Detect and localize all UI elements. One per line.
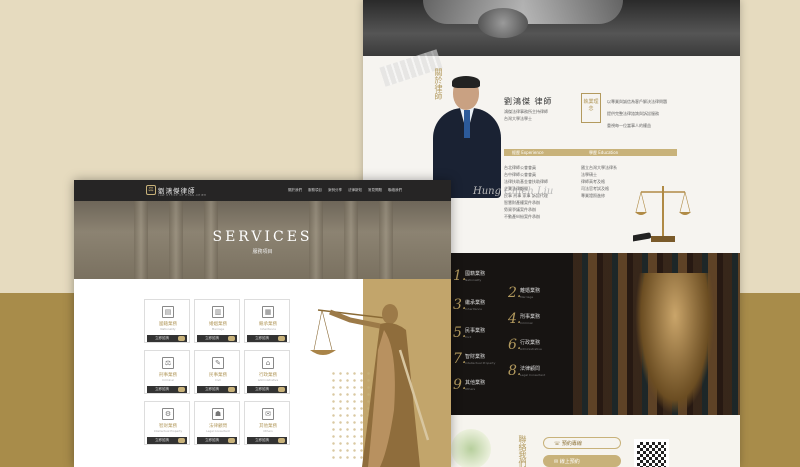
- nav-item[interactable]: 服務項目: [308, 188, 322, 193]
- lawyer-title-line: 鴻傑法律事務所主持律師: [504, 109, 548, 114]
- document-icon: ▤: [162, 306, 174, 318]
- list-item: 律師高考及格: [581, 179, 605, 184]
- bullet-item: 重視每一位當事人的權益: [607, 123, 651, 128]
- consult-button[interactable]: 立即諮詢: [147, 437, 187, 444]
- service-card[interactable]: ✉ 其他業務 Others 立即諮詢: [244, 401, 290, 445]
- lawyer-title-line: 台灣大學法學士: [504, 116, 532, 121]
- education-heading: 學歷 Education: [581, 149, 677, 156]
- service-card[interactable]: ▤ 國籍業務 Nationality 立即諮詢: [144, 299, 190, 343]
- site-logo-subtitle: LAW OFFICE OF HUNG-CHIEH: [158, 194, 207, 197]
- service-card[interactable]: ☗ 法律顧問 Legal Consultant 立即諮詢: [194, 401, 240, 445]
- arrow-icon: [228, 387, 235, 392]
- consult-button[interactable]: 立即諮詢: [247, 386, 287, 393]
- gear-icon: ⚙: [162, 408, 174, 420]
- bullet-item: 提供完整法律諮詢與訴訟服務: [607, 111, 659, 116]
- hero-image: [363, 0, 740, 56]
- arrow-icon: [278, 438, 285, 443]
- list-item: 國立台灣大學法律系: [581, 165, 617, 170]
- list-item: 法學碩士: [581, 172, 597, 177]
- nav-item[interactable]: 法律新知: [348, 188, 362, 193]
- list-item: 台中律師公會會員: [504, 172, 536, 177]
- arrow-icon: [228, 336, 235, 341]
- online-booking-button[interactable]: ✉ 線上預約: [543, 455, 621, 467]
- experience-list: 台北律師公會會員 台中律師公會會員 法律扶助基金會扶助律師 企業法律顧問 民事 …: [504, 164, 548, 220]
- list-item: 法律扶助基金會扶助律師: [504, 179, 548, 184]
- navbar: ⚖ 劉鴻傑律師 LAW OFFICE OF HUNG-CHIEH 關於我們 服務…: [74, 180, 451, 201]
- list-item: 民事 刑事 家事 訴訟代理: [504, 193, 548, 198]
- nav-item[interactable]: 關於我們: [288, 188, 302, 193]
- service-card[interactable]: ▥ 婚姻業務 Marriage 立即諮詢: [194, 299, 240, 343]
- consult-button[interactable]: 立即諮詢: [197, 335, 237, 342]
- file-icon: ▦: [262, 306, 274, 318]
- list-item: 司法官考試及格: [581, 186, 609, 191]
- arrow-icon: [278, 387, 285, 392]
- qr-code: [634, 439, 669, 467]
- logo-icon[interactable]: ⚖: [146, 185, 156, 195]
- nav-item[interactable]: 常見問題: [368, 188, 382, 193]
- magnifier-graphic: [478, 8, 528, 38]
- list-item: 勞資爭議案件承辦: [504, 207, 536, 212]
- nav-menu: 關於我們 服務項目 案例分享 法律新知 常見問題 聯絡我們: [288, 188, 408, 193]
- philosophy-bullets: 以專業與誠信為客戶解決法律問題 提供完整法律諮詢與訴訟服務 重視每一位當事人的權…: [607, 96, 732, 132]
- contract-icon: ▥: [212, 306, 224, 318]
- list-item: 智慧財產權案件承辦: [504, 200, 540, 205]
- arrow-icon: [178, 387, 185, 392]
- nav-item[interactable]: 案例分享: [328, 188, 342, 193]
- contact-vertical-title: 聯絡我們: [518, 435, 527, 467]
- service-card[interactable]: ▦ 繼承業務 Inheritance 立即諮詢: [244, 299, 290, 343]
- lawyer-name: 劉鴻傑 律師: [504, 97, 553, 106]
- list-item: 台北律師公會會員: [504, 165, 536, 170]
- justice-statue-image: [635, 273, 715, 415]
- service-card[interactable]: ⚖ 刑事業務 Criminal 立即諮詢: [144, 350, 190, 394]
- consult-button[interactable]: 立即諮詢: [197, 437, 237, 444]
- service-card[interactable]: ✎ 民事業務 Civil 立即諮詢: [194, 350, 240, 394]
- consult-button[interactable]: 立即諮詢: [247, 437, 287, 444]
- list-item: 企業法律顧問: [504, 186, 528, 191]
- consult-button[interactable]: 立即諮詢: [197, 386, 237, 393]
- lady-justice-statue-image: [310, 304, 430, 467]
- consult-button[interactable]: 立即諮詢: [147, 386, 187, 393]
- experience-heading: 經歷 Experience: [504, 149, 588, 156]
- education-list: 國立台灣大學法律系 法學碩士 律師高考及格 司法官考試及格 專業證照進修: [581, 164, 617, 199]
- arrow-icon: [228, 438, 235, 443]
- bullet-item: 以專業與誠信為客戶解決法律問題: [607, 99, 667, 104]
- nav-item[interactable]: 聯絡我們: [388, 188, 402, 193]
- scales-of-justice-image: [633, 186, 691, 242]
- service-card[interactable]: ⚙ 智財業務 Intellectual Property 立即諮詢: [144, 401, 190, 445]
- arrow-icon: [178, 438, 185, 443]
- left-website-mockup: ⚖ 劉鴻傑律師 LAW OFFICE OF HUNG-CHIEH 關於我們 服務…: [74, 180, 451, 467]
- philosophy-badge: 執業理念: [581, 93, 601, 123]
- banner-title: SERVICES: [212, 229, 313, 245]
- banner-subtitle: 服務項目: [252, 249, 273, 255]
- list-item: 專業證照進修: [581, 193, 605, 198]
- building-icon: ⌂: [262, 357, 274, 369]
- phone-booking-button[interactable]: ☏ 預約專線: [543, 437, 621, 449]
- service-item[interactable]: 9. 其他業務 Others: [453, 377, 543, 399]
- service-card[interactable]: ⌂ 行政業務 Administrative 立即諮詢: [244, 350, 290, 394]
- scales-icon: ⚖: [162, 357, 174, 369]
- list-item: 不動產糾紛案件承辦: [504, 214, 540, 219]
- pen-icon: ✎: [212, 357, 224, 369]
- services-banner: SERVICES 服務項目: [74, 201, 451, 279]
- arrow-icon: [278, 336, 285, 341]
- arrow-icon: [178, 336, 185, 341]
- briefcase-icon: ☗: [212, 408, 224, 420]
- consult-button[interactable]: 立即諮詢: [147, 335, 187, 342]
- plant-image: [451, 429, 491, 467]
- consult-button[interactable]: 立即諮詢: [247, 335, 287, 342]
- mail-icon: ✉: [262, 408, 274, 420]
